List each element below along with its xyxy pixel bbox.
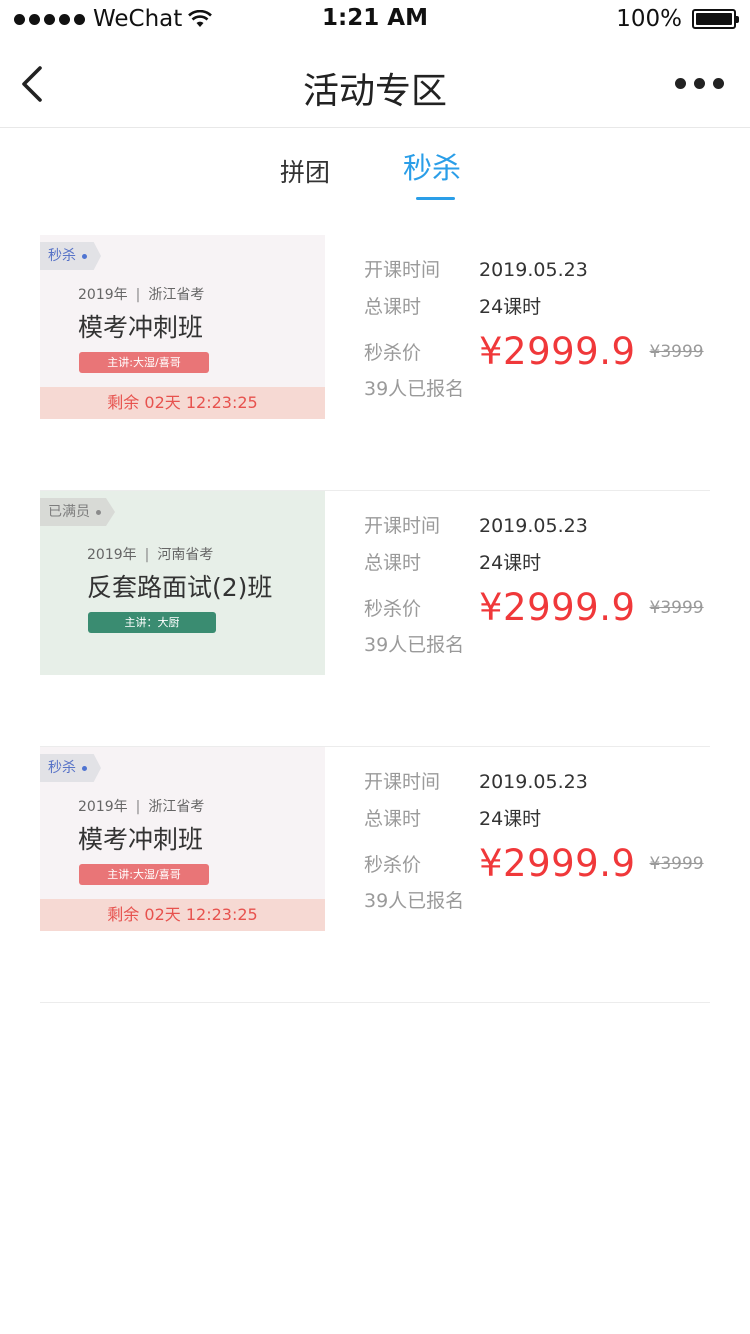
start-value: 2019.05.23 xyxy=(479,259,588,281)
battery-percent: 100% xyxy=(616,6,682,32)
countdown: 剩余 02天 12:23:25 xyxy=(40,387,325,419)
start-label: 开课时间 xyxy=(364,515,441,537)
full-badge: 已满员 xyxy=(40,498,115,526)
hours-label: 总课时 xyxy=(364,552,422,574)
more-options-icon[interactable] xyxy=(675,78,724,89)
cover-meta: 2019年 | 浙江省考 xyxy=(78,287,205,303)
course-info: 开课时间 2019.05.23 总课时 24课时 秒杀价 ¥2999.9 ¥3999 3… xyxy=(364,767,710,913)
course-cover: 已满员 2019年 | 河南省考 反套路面试(2)班 主讲：大厨 xyxy=(40,491,325,675)
cover-region: 河南省考 xyxy=(157,547,214,563)
tab-seckill[interactable]: 秒杀 xyxy=(403,145,461,187)
cover-title: 模考冲刺班 xyxy=(78,825,204,854)
course-info: 开课时间 2019.05.23 总课时 24课时 秒杀价 ¥2999.9 ¥3999 3… xyxy=(364,255,710,401)
seckill-badge: 秒杀 xyxy=(40,754,101,782)
page-title: 活动专区 xyxy=(302,71,447,112)
status-right: 100% xyxy=(616,6,739,32)
battery-fill xyxy=(696,13,732,25)
course-list: 秒杀 2019年 | 浙江省考 模考冲刺班 主讲:大湿/喜哥 剩余 02天 12:2… xyxy=(40,235,710,1003)
start-value: 2019.05.23 xyxy=(479,771,588,793)
cover-meta: 2019年 | 浙江省考 xyxy=(78,799,205,815)
cover-teacher: 主讲:大湿/喜哥 xyxy=(79,864,209,885)
cover-title: 模考冲刺班 xyxy=(78,313,204,342)
badge-dot-icon xyxy=(82,253,87,259)
start-value: 2019.05.23 xyxy=(479,515,588,537)
countdown: 剩余 02天 12:23:25 xyxy=(40,899,325,931)
active-tab-indicator xyxy=(416,197,455,200)
badge-label: 已满员 xyxy=(48,504,90,520)
cover-year: 2019年 xyxy=(87,547,137,563)
start-label: 开课时间 xyxy=(364,259,441,281)
seckill-badge: 秒杀 xyxy=(40,242,101,270)
hours-value: 24课时 xyxy=(479,808,542,830)
status-bar: WeChat 1:21 AM 100% xyxy=(0,0,750,40)
original-price: ¥3999 xyxy=(649,597,704,618)
course-cover: 秒杀 2019年 | 浙江省考 模考冲刺班 主讲:大湿/喜哥 剩余 02天 12:2… xyxy=(40,235,325,419)
cover-meta: 2019年 | 河南省考 xyxy=(87,547,214,563)
course-cover: 秒杀 2019年 | 浙江省考 模考冲刺班 主讲:大湿/喜哥 剩余 02天 12:2… xyxy=(40,747,325,931)
tab-bar: 拼团 秒杀 xyxy=(0,129,750,209)
original-price: ¥3999 xyxy=(649,341,704,362)
hours-label: 总课时 xyxy=(364,296,422,318)
seckill-price: ¥2999.9 xyxy=(479,842,636,885)
original-price: ¥3999 xyxy=(649,853,704,874)
tab-group-buy[interactable]: 拼团 xyxy=(280,153,330,189)
course-card[interactable]: 秒杀 2019年 | 浙江省考 模考冲刺班 主讲:大湿/喜哥 剩余 02天 12:2… xyxy=(40,747,710,1003)
course-card[interactable]: 已满员 2019年 | 河南省考 反套路面试(2)班 主讲：大厨 开课时间 2019.… xyxy=(40,491,710,747)
price-label: 秒杀价 xyxy=(364,854,422,876)
cover-title: 反套路面试(2)班 xyxy=(87,573,273,602)
hours-value: 24课时 xyxy=(479,296,542,318)
badge-dot-icon xyxy=(96,509,101,515)
enrolled-count: 39人已报名 xyxy=(364,634,465,656)
badge-label: 秒杀 xyxy=(48,248,76,264)
enrolled-count: 39人已报名 xyxy=(364,890,465,912)
hours-value: 24课时 xyxy=(479,552,542,574)
cover-year: 2019年 xyxy=(78,799,128,815)
hours-label: 总课时 xyxy=(364,808,422,830)
price-label: 秒杀价 xyxy=(364,598,422,620)
seckill-price: ¥2999.9 xyxy=(479,330,636,373)
cover-year: 2019年 xyxy=(78,287,128,303)
cover-teacher: 主讲:大湿/喜哥 xyxy=(79,352,209,373)
badge-dot-icon xyxy=(82,765,87,771)
badge-label: 秒杀 xyxy=(48,760,76,776)
cover-teacher: 主讲：大厨 xyxy=(88,612,216,633)
start-label: 开课时间 xyxy=(364,771,441,793)
price-label: 秒杀价 xyxy=(364,342,422,364)
battery-icon xyxy=(692,9,739,29)
course-card[interactable]: 秒杀 2019年 | 浙江省考 模考冲刺班 主讲:大湿/喜哥 剩余 02天 12:2… xyxy=(40,235,710,491)
seckill-price: ¥2999.9 xyxy=(479,586,636,629)
course-info: 开课时间 2019.05.23 总课时 24课时 秒杀价 ¥2999.9 ¥3999 3… xyxy=(364,511,710,657)
enrolled-count: 39人已报名 xyxy=(364,378,465,400)
cover-region: 浙江省考 xyxy=(148,799,205,815)
cover-region: 浙江省考 xyxy=(148,287,205,303)
nav-bar: 活动专区 xyxy=(0,40,750,128)
